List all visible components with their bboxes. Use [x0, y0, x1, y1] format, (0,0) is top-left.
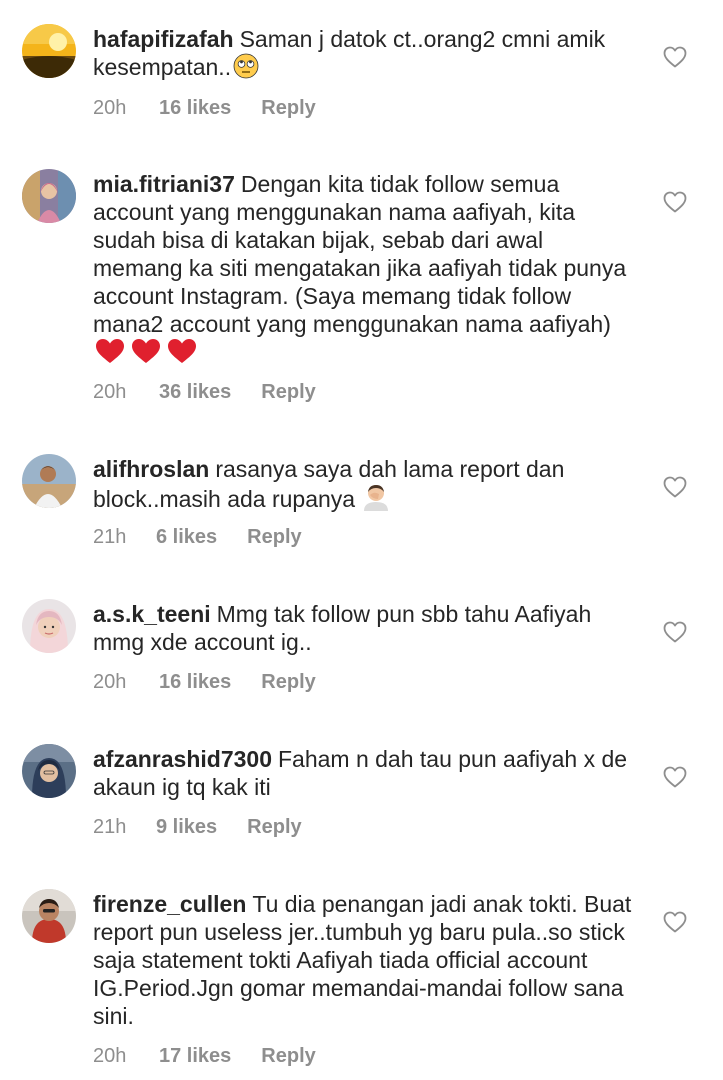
avatar[interactable] [22, 889, 76, 943]
comment-meta: 21h 9 likes Reply [93, 815, 302, 839]
reply-button[interactable]: Reply [261, 1044, 315, 1068]
comment-username[interactable]: hafapifizafah [93, 26, 234, 52]
comment-meta: 20h 16 likes Reply [93, 96, 316, 120]
facepalm-emoji-icon [361, 483, 391, 511]
comment-time: 20h [93, 97, 127, 119]
comment-body: alifhroslan rasanya saya dah lama report … [93, 455, 638, 513]
eye-roll-emoji-icon [233, 53, 259, 79]
comment-body: hafapifizafah Saman j datok ct..orang2 cm… [93, 25, 638, 81]
comment-time: 20h [93, 1045, 127, 1067]
comment-meta: 20h 36 likes Reply [93, 380, 316, 404]
like-heart-icon[interactable] [663, 191, 687, 213]
like-heart-icon[interactable] [663, 766, 687, 788]
comment-likes[interactable]: 6 likes [156, 525, 217, 549]
comment-time: 21h [93, 526, 127, 548]
reply-button[interactable]: Reply [261, 380, 315, 404]
comment-time: 21h [93, 816, 127, 838]
avatar[interactable] [22, 599, 76, 653]
comment-username[interactable]: afzanrashid7300 [93, 746, 272, 772]
comment-likes[interactable]: 16 likes [159, 670, 231, 694]
comment-time: 20h [93, 381, 127, 403]
comment-body: a.s.k_teeni Mmg tak follow pun sbb tahu A… [93, 600, 638, 656]
comment-likes[interactable]: 17 likes [159, 1044, 231, 1068]
like-heart-icon[interactable] [663, 621, 687, 643]
comment-meta: 20h 16 likes Reply [93, 670, 316, 694]
like-heart-icon[interactable] [663, 476, 687, 498]
comment-body: afzanrashid7300 Faham n dah tau pun aafiy… [93, 745, 638, 801]
red-heart-emoji-icon [131, 338, 161, 364]
avatar[interactable] [22, 454, 76, 508]
comment-likes[interactable]: 36 likes [159, 380, 231, 404]
red-heart-emoji-icon [167, 338, 197, 364]
avatar[interactable] [22, 24, 76, 78]
like-heart-icon[interactable] [663, 46, 687, 68]
comment-time: 20h [93, 671, 127, 693]
reply-button[interactable]: Reply [261, 670, 315, 694]
comment-body: firenze_cullen Tu dia penangan jadi anak … [93, 890, 638, 1030]
like-heart-icon[interactable] [663, 911, 687, 933]
comment-username[interactable]: firenze_cullen [93, 891, 246, 917]
avatar[interactable] [22, 744, 76, 798]
reply-button[interactable]: Reply [261, 96, 315, 120]
comment-username[interactable]: a.s.k_teeni [93, 601, 211, 627]
reply-button[interactable]: Reply [247, 525, 301, 549]
comment-username[interactable]: alifhroslan [93, 456, 209, 482]
comment-meta: 20h 17 likes Reply [93, 1044, 316, 1068]
avatar[interactable] [22, 169, 76, 223]
comment-meta: 21h 6 likes Reply [93, 525, 302, 549]
red-heart-emoji-icon [95, 338, 125, 364]
reply-button[interactable]: Reply [247, 815, 301, 839]
comment-body: mia.fitriani37 Dengan kita tidak follow s… [93, 170, 638, 366]
comment-username[interactable]: mia.fitriani37 [93, 171, 235, 197]
comment-likes[interactable]: 16 likes [159, 96, 231, 120]
comment-likes[interactable]: 9 likes [156, 815, 217, 839]
